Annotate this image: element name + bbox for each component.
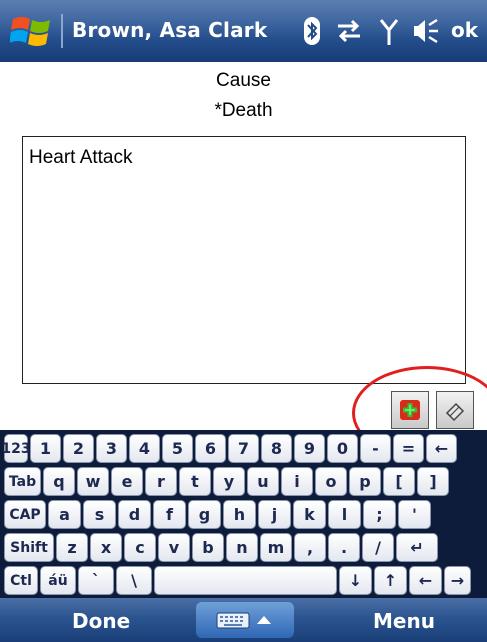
key-left-bracket[interactable]: [ <box>383 467 415 496</box>
signal-icon[interactable] <box>380 16 398 46</box>
key-right-bracket[interactable]: ] <box>417 467 449 496</box>
key-ctrl[interactable]: Ctl <box>4 566 38 595</box>
key-9[interactable]: 9 <box>294 434 325 463</box>
key-8[interactable]: 8 <box>261 434 292 463</box>
key-i[interactable]: i <box>281 467 313 496</box>
key-4[interactable]: 4 <box>129 434 160 463</box>
key-e[interactable]: e <box>111 467 143 496</box>
key-enter[interactable]: ↵ <box>396 533 438 562</box>
key-g[interactable]: g <box>188 500 221 529</box>
key-c[interactable]: c <box>124 533 156 562</box>
key-tab[interactable]: Tab <box>4 467 41 496</box>
key-comma[interactable]: , <box>294 533 326 562</box>
key-h[interactable]: h <box>223 500 256 529</box>
key-q[interactable]: q <box>43 467 75 496</box>
field-value-label: *Death <box>214 100 273 121</box>
key-backslash[interactable]: \ <box>116 566 152 595</box>
key-space[interactable] <box>154 566 337 595</box>
key-z[interactable]: z <box>56 533 88 562</box>
softkey-bar: Done Menu <box>0 598 487 642</box>
data-connection-icon[interactable] <box>335 16 363 46</box>
key-a[interactable]: a <box>48 500 81 529</box>
key-semicolon[interactable]: ; <box>363 500 396 529</box>
key-x[interactable]: x <box>90 533 122 562</box>
cause-text: Heart Attack <box>29 147 133 168</box>
key-s[interactable]: s <box>83 500 116 529</box>
menu-softkey[interactable]: Menu <box>373 609 435 633</box>
key-3[interactable]: 3 <box>96 434 127 463</box>
window-title: Brown, Asa Clark <box>72 18 268 42</box>
keyboard-row-2: Tab q w e r t y u i o p [ ] <box>4 467 485 498</box>
title-separator <box>61 14 63 48</box>
input-panel-button[interactable] <box>196 602 294 638</box>
key-0[interactable]: 0 <box>327 434 358 463</box>
key-f[interactable]: f <box>153 500 186 529</box>
keyboard-row-3: CAP a s d f g h j k l ; ' <box>4 500 485 531</box>
key-7[interactable]: 7 <box>228 434 259 463</box>
soft-keyboard: 123 1 2 3 4 5 6 7 8 9 0 - = ← Tab q w e … <box>0 430 487 598</box>
key-6[interactable]: 6 <box>195 434 226 463</box>
key-equals[interactable]: = <box>393 434 424 463</box>
field-label: Cause <box>216 70 271 91</box>
keyboard-icon <box>216 612 271 629</box>
key-u[interactable]: u <box>247 467 279 496</box>
key-5[interactable]: 5 <box>162 434 193 463</box>
key-k[interactable]: k <box>293 500 326 529</box>
key-arrow-up[interactable]: ↑ <box>374 566 407 595</box>
key-caps[interactable]: CAP <box>4 500 46 529</box>
start-logo[interactable] <box>10 12 54 50</box>
key-b[interactable]: b <box>192 533 224 562</box>
key-m[interactable]: m <box>260 533 292 562</box>
key-arrow-down[interactable]: ↓ <box>339 566 372 595</box>
key-r[interactable]: r <box>145 467 177 496</box>
key-1[interactable]: 1 <box>30 434 61 463</box>
key-y[interactable]: y <box>213 467 245 496</box>
key-123[interactable]: 123 <box>1 434 31 463</box>
key-arrow-left[interactable]: ← <box>409 566 442 595</box>
key-backtick[interactable]: ` <box>78 566 114 595</box>
key-minus[interactable]: - <box>360 434 391 463</box>
keyboard-row-5: Ctl áü ` \ ↓ ↑ ← → <box>4 566 485 597</box>
key-accents[interactable]: áü <box>40 566 76 595</box>
title-bar: Brown, Asa Clark ok <box>0 0 487 62</box>
done-softkey[interactable]: Done <box>72 609 130 633</box>
key-w[interactable]: w <box>77 467 109 496</box>
cause-text-area[interactable]: Heart Attack <box>22 136 466 384</box>
key-slash[interactable]: / <box>362 533 394 562</box>
key-o[interactable]: o <box>315 467 347 496</box>
keyboard-row-4: Shift z x c v b n m , . / ↵ <box>4 533 485 564</box>
key-shift[interactable]: Shift <box>4 533 54 562</box>
key-t[interactable]: t <box>179 467 211 496</box>
keyboard-row-1: 123 1 2 3 4 5 6 7 8 9 0 - = ← <box>1 434 485 465</box>
ok-button[interactable]: ok <box>451 18 478 42</box>
bluetooth-icon[interactable] <box>303 16 321 46</box>
key-l[interactable]: l <box>328 500 361 529</box>
key-j[interactable]: j <box>258 500 291 529</box>
key-v[interactable]: v <box>158 533 190 562</box>
key-backspace[interactable]: ← <box>426 434 457 463</box>
key-n[interactable]: n <box>226 533 258 562</box>
key-p[interactable]: p <box>349 467 381 496</box>
key-arrow-right[interactable]: → <box>444 566 471 595</box>
key-quote[interactable]: ' <box>398 500 431 529</box>
key-2[interactable]: 2 <box>63 434 94 463</box>
volume-icon[interactable] <box>412 16 440 46</box>
key-d[interactable]: d <box>118 500 151 529</box>
key-period[interactable]: . <box>328 533 360 562</box>
